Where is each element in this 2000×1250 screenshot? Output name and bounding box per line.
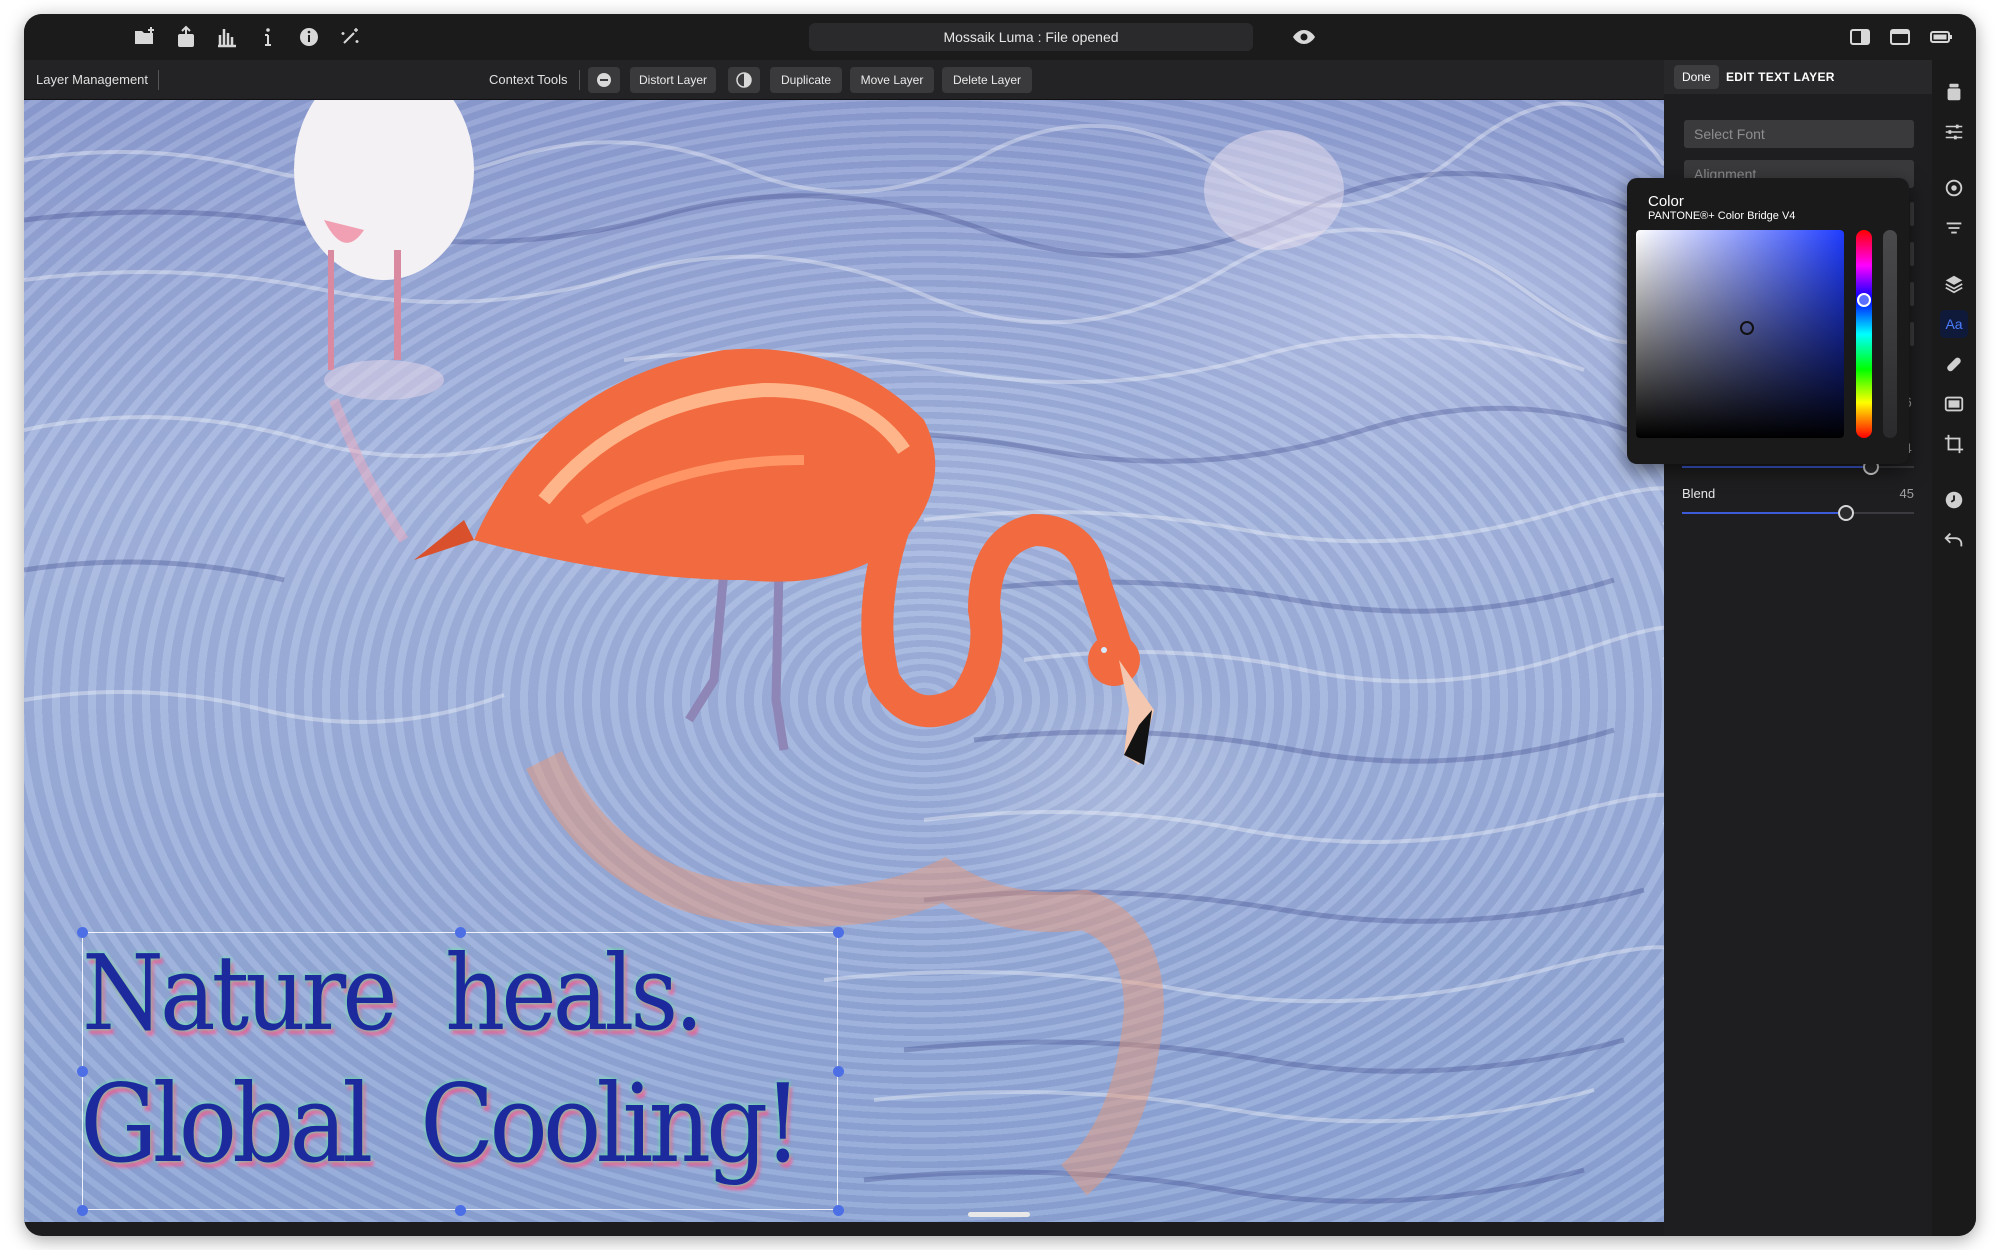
title-bar: Mossaik Luma : File opened: [24, 14, 1976, 60]
text-icon[interactable]: Aa: [1940, 310, 1968, 338]
text-line-1[interactable]: Nature heals.: [82, 932, 704, 1054]
panel-title: EDIT TEXT LAYER: [1726, 70, 1835, 84]
crop-icon[interactable]: [1940, 430, 1968, 458]
blend-value: 45: [1899, 486, 1914, 501]
hidden-slider-end: [1910, 202, 1914, 226]
context-tools-label: Context Tools: [489, 72, 568, 87]
duplicate-button[interactable]: Duplicate: [770, 67, 842, 93]
histogram-icon[interactable]: [213, 23, 241, 51]
undo-icon[interactable]: [1940, 526, 1968, 554]
white-flamingo: [294, 100, 474, 543]
saturation-brightness-field[interactable]: [1636, 230, 1844, 438]
blend-slider-knob[interactable]: [1838, 505, 1854, 521]
layers-icon[interactable]: [1940, 270, 1968, 298]
upper-slider-track[interactable]: [1682, 459, 1914, 475]
context-toolbar: Layer Management Context Tools Distort L…: [24, 60, 1664, 100]
layer-management-label[interactable]: Layer Management: [36, 72, 148, 87]
filter-lines-icon[interactable]: [1940, 214, 1968, 242]
image-canvas[interactable]: Nature heals. Global Cooling!: [24, 100, 1664, 1222]
resize-handle-bottom-left[interactable]: [77, 1205, 88, 1216]
color-picker-popover: Color PANTONE®+ Color Bridge V4: [1627, 178, 1909, 464]
upper-slider-fill: [1682, 466, 1870, 468]
delete-layer-button[interactable]: Delete Layer: [942, 67, 1032, 93]
blend-slider-track[interactable]: [1682, 505, 1914, 521]
move-layer-button[interactable]: Move Layer: [850, 67, 934, 93]
hidden-slider-end: [1910, 322, 1914, 346]
panel-header: Done EDIT TEXT LAYER: [1664, 60, 1932, 94]
resize-handle-bottom-right[interactable]: [833, 1205, 844, 1216]
color-picker-cursor[interactable]: [1740, 321, 1754, 335]
app-window: Mossaik Luma : File opened Layer Managem…: [24, 14, 1976, 1236]
contrast-icon[interactable]: [728, 67, 760, 93]
home-indicator[interactable]: [968, 1212, 1030, 1217]
toolbar-divider: [579, 70, 580, 90]
sidebar-toggle-icon[interactable]: [1846, 23, 1874, 51]
blend-slider[interactable]: Blend 45: [1682, 486, 1914, 526]
bandage-icon[interactable]: [1940, 350, 1968, 378]
battery-icon: [1927, 23, 1955, 51]
eye-icon[interactable]: [1290, 23, 1318, 51]
opacity-slider[interactable]: [1883, 230, 1897, 438]
text-line-2[interactable]: Global Cooling!: [80, 1062, 802, 1187]
blend-slider-fill: [1682, 512, 1840, 514]
target-icon[interactable]: [1940, 174, 1968, 202]
color-library-label[interactable]: PANTONE®+ Color Bridge V4: [1648, 210, 1795, 222]
blend-label: Blend: [1682, 486, 1716, 501]
window-title: Mossaik Luma : File opened: [809, 23, 1253, 51]
clock-icon[interactable]: [1940, 486, 1968, 514]
share-icon[interactable]: [172, 23, 200, 51]
minus-circle-icon[interactable]: [588, 67, 620, 93]
frame-icon[interactable]: [1940, 390, 1968, 418]
hue-slider-knob[interactable]: [1857, 293, 1871, 307]
window-layout-icon[interactable]: [1886, 23, 1914, 51]
distort-layer-button[interactable]: Distort Layer: [630, 67, 716, 93]
hue-slider[interactable]: [1856, 230, 1872, 438]
magic-select-icon[interactable]: [336, 23, 364, 51]
resize-handle-middle-right[interactable]: [833, 1066, 844, 1077]
toolbar-divider: [158, 70, 159, 90]
resize-handle-bottom-center[interactable]: [455, 1205, 466, 1216]
sliders-icon[interactable]: [1940, 118, 1968, 146]
bucket-icon[interactable]: [1940, 78, 1968, 106]
info-circle-icon[interactable]: [295, 23, 323, 51]
color-picker-title: Color: [1648, 193, 1684, 210]
open-file-icon[interactable]: [131, 23, 159, 51]
done-button[interactable]: Done: [1674, 65, 1719, 89]
select-font-field[interactable]: Select Font: [1684, 120, 1914, 148]
info-icon[interactable]: [254, 23, 282, 51]
hidden-slider-end: [1910, 242, 1914, 266]
hidden-slider-end: [1910, 282, 1914, 306]
resize-handle-top-right[interactable]: [833, 927, 844, 938]
tool-icon-strip: Aa: [1932, 60, 1976, 1236]
